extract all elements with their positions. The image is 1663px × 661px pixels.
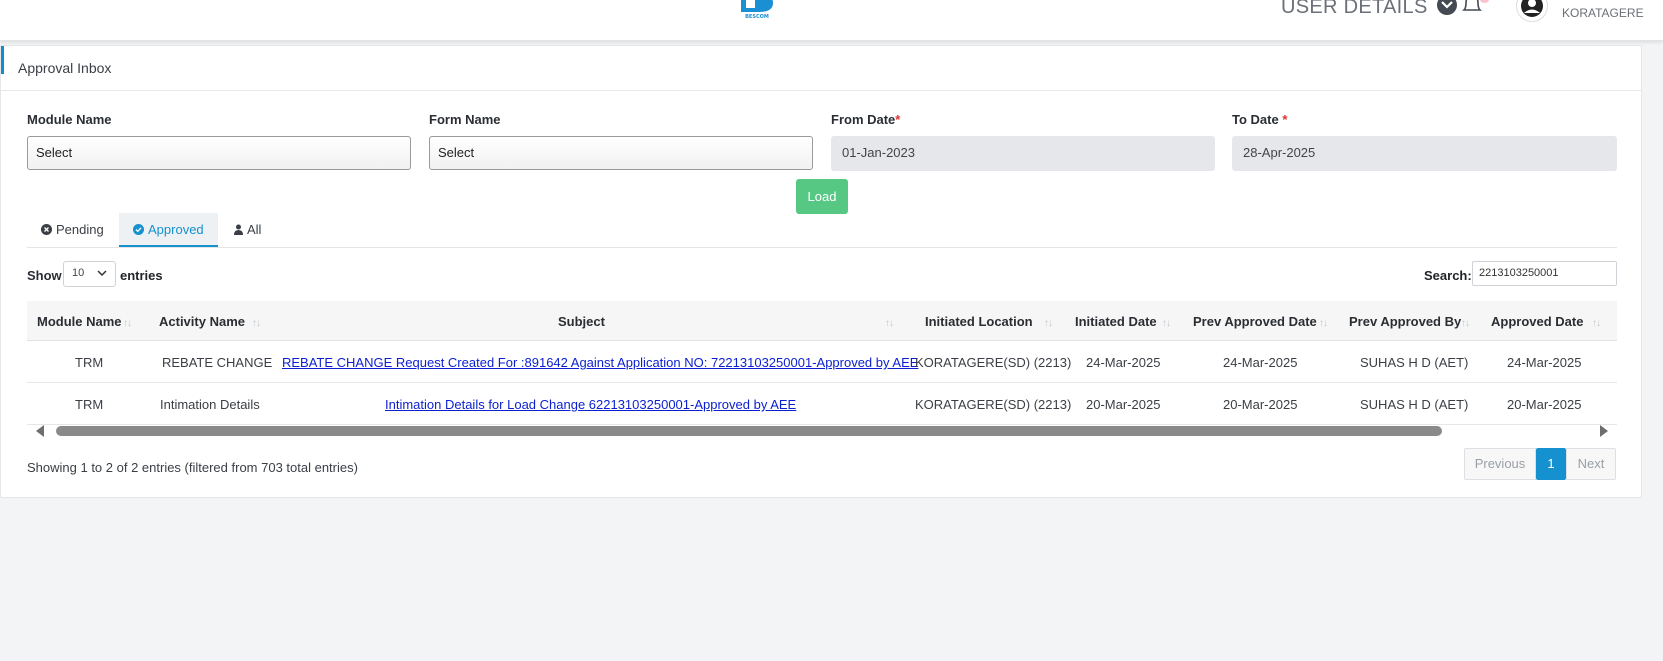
sort-icon[interactable]: ↑↓ bbox=[1319, 318, 1328, 329]
tab-all[interactable]: All bbox=[220, 213, 275, 247]
col-initiated-date[interactable]: Initiated Date bbox=[1075, 314, 1157, 329]
horizontal-scrollbar[interactable] bbox=[27, 422, 1617, 439]
col-activity-name[interactable]: Activity Name bbox=[159, 314, 245, 329]
entries-label: entries bbox=[120, 268, 163, 283]
sort-icon[interactable]: ↑↓ bbox=[1461, 318, 1470, 329]
status-tabs: Pending Approved All bbox=[27, 213, 1617, 248]
cell-initiated-date: 24-Mar-2025 bbox=[1086, 355, 1161, 370]
col-prev-approved-by[interactable]: Prev Approved By bbox=[1349, 314, 1461, 329]
cell-prev-approved-date: 20-Mar-2025 bbox=[1223, 397, 1298, 412]
avatar[interactable] bbox=[1516, 0, 1548, 22]
tab-approved[interactable]: Approved bbox=[119, 213, 218, 247]
notification-dot bbox=[1480, 0, 1489, 3]
module-name-select[interactable]: Select bbox=[27, 136, 411, 170]
next-button[interactable]: Next bbox=[1566, 448, 1616, 480]
show-label: Show bbox=[27, 268, 62, 283]
cell-prev-approved-by: SUHAS H D (AET) bbox=[1360, 397, 1469, 412]
previous-button[interactable]: Previous bbox=[1464, 448, 1536, 480]
approval-inbox-card: Approval Inbox Module Name Select Form N… bbox=[0, 45, 1642, 498]
cell-activity-name: Intimation Details bbox=[160, 397, 260, 412]
chevron-down-icon bbox=[1437, 0, 1458, 15]
card-header: Approval Inbox bbox=[1, 46, 1641, 91]
cell-module-name: TRM bbox=[75, 355, 104, 370]
col-subject[interactable]: Subject bbox=[558, 314, 605, 329]
user-details-label: USER DETAILS bbox=[1281, 0, 1428, 18]
user-location: KORATAGERE bbox=[1562, 6, 1644, 20]
cell-approved-date: 20-Mar-2025 bbox=[1507, 397, 1582, 412]
cell-module-name: TRM bbox=[75, 397, 104, 412]
check-circle-icon bbox=[133, 224, 144, 235]
scroll-left-arrow[interactable] bbox=[36, 425, 44, 437]
col-initiated-location[interactable]: Initiated Location bbox=[925, 314, 1033, 329]
scroll-right-arrow[interactable] bbox=[1600, 425, 1608, 437]
cell-prev-approved-by: SUHAS H D (AET) bbox=[1360, 355, 1469, 370]
sort-icon[interactable]: ↑↓ bbox=[123, 318, 132, 329]
sort-icon[interactable]: ↑↓ bbox=[1044, 318, 1053, 329]
search-input[interactable]: 2213103250001 bbox=[1472, 261, 1617, 286]
search-label: Search: bbox=[1424, 268, 1472, 283]
cell-activity-name: REBATE CHANGE bbox=[162, 355, 273, 370]
module-name-label: Module Name bbox=[27, 112, 112, 127]
col-prev-approved-date[interactable]: Prev Approved Date bbox=[1193, 314, 1317, 329]
top-header: BESCOM USER DETAILS KORATAGERE bbox=[0, 0, 1663, 41]
user-details-menu[interactable]: USER DETAILS bbox=[1281, 0, 1458, 19]
cell-subject-link[interactable]: Intimation Details for Load Change 62213… bbox=[385, 397, 796, 412]
col-approved-date[interactable]: Approved Date bbox=[1491, 314, 1583, 329]
scroll-thumb[interactable] bbox=[56, 426, 1442, 436]
cell-initiated-location: KORATAGERE(SD) (2213) bbox=[915, 355, 1072, 370]
sort-icon[interactable]: ↑↓ bbox=[1162, 318, 1171, 329]
sort-icon[interactable]: ↑↓ bbox=[1592, 318, 1601, 329]
page-1-button[interactable]: 1 bbox=[1536, 448, 1566, 480]
entries-select[interactable]: 10 bbox=[63, 261, 116, 287]
sort-icon[interactable]: ↑↓ bbox=[885, 318, 894, 329]
table-row: TRM REBATE CHANGE REBATE CHANGE Request … bbox=[27, 341, 1617, 383]
logo-text: BESCOM bbox=[745, 14, 769, 20]
to-date-input[interactable]: 28-Apr-2025 bbox=[1232, 136, 1617, 171]
from-date-input[interactable]: 01-Jan-2023 bbox=[831, 136, 1215, 171]
showing-entries-text: Showing 1 to 2 of 2 entries (filtered fr… bbox=[27, 460, 358, 475]
load-button[interactable]: Load bbox=[796, 179, 848, 214]
form-name-label: Form Name bbox=[429, 112, 501, 127]
table-row: TRM Intimation Details Intimation Detail… bbox=[27, 383, 1617, 425]
tab-pending[interactable]: Pending bbox=[27, 213, 118, 247]
page-title: Approval Inbox bbox=[18, 60, 112, 76]
table-header: Module Name ↑↓ Activity Name ↑↓ Subject … bbox=[27, 301, 1617, 341]
col-module-name[interactable]: Module Name bbox=[37, 314, 122, 329]
user-icon bbox=[234, 224, 243, 235]
chevron-down-icon bbox=[97, 270, 107, 277]
bescom-logo: BESCOM bbox=[737, 0, 777, 20]
cell-prev-approved-date: 24-Mar-2025 bbox=[1223, 355, 1298, 370]
bell-icon[interactable] bbox=[1459, 0, 1485, 19]
sort-icon[interactable]: ↑↓ bbox=[252, 318, 261, 329]
cell-initiated-date: 20-Mar-2025 bbox=[1086, 397, 1161, 412]
times-circle-icon bbox=[41, 224, 52, 235]
to-date-label: To Date * bbox=[1232, 112, 1288, 127]
cell-subject-link[interactable]: REBATE CHANGE Request Created For :89164… bbox=[282, 355, 918, 370]
header-accent-bar bbox=[1, 46, 4, 74]
form-name-select[interactable]: Select bbox=[429, 136, 813, 170]
cell-approved-date: 24-Mar-2025 bbox=[1507, 355, 1582, 370]
from-date-label: From Date* bbox=[831, 112, 901, 127]
cell-initiated-location: KORATAGERE(SD) (2213) bbox=[915, 397, 1072, 412]
